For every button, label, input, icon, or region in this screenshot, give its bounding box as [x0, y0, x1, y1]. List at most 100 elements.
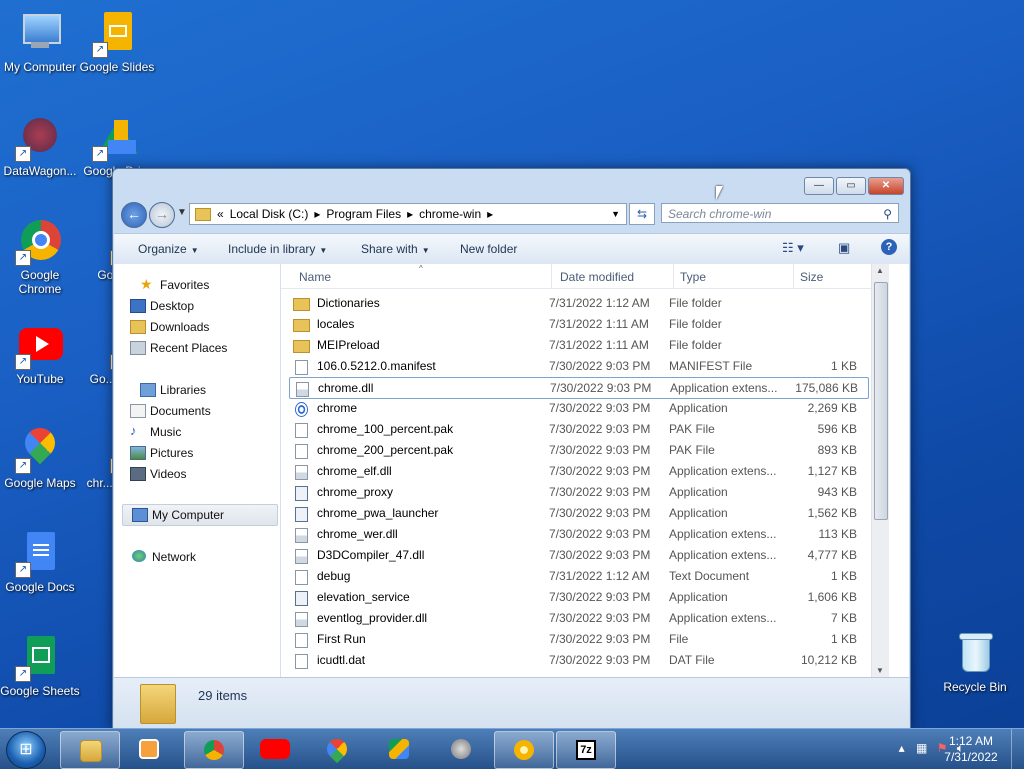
column-type[interactable]: Type: [680, 270, 706, 284]
file-row[interactable]: chrome 7/30/2022 9:03 PM Application 2,269 …: [289, 398, 867, 418]
file-row[interactable]: debug 7/31/2022 1:12 AM Text Document 1 KB: [289, 566, 867, 586]
show-desktop-button[interactable]: [1011, 729, 1024, 769]
taskbar-google-maps[interactable]: [308, 731, 366, 767]
taskbar-media-player[interactable]: [120, 731, 178, 767]
scroll-down-icon[interactable]: ▼: [876, 666, 884, 675]
search-icon[interactable]: ⚲: [883, 204, 892, 224]
back-button[interactable]: ←: [121, 202, 147, 228]
search-input[interactable]: Search chrome-win ⚲: [661, 203, 899, 223]
refresh-button[interactable]: ⇆: [629, 203, 655, 225]
file-name: chrome_elf.dll: [317, 464, 392, 478]
taskbar-google-drive[interactable]: [370, 731, 428, 767]
nav-recent-places[interactable]: Recent Places: [130, 341, 227, 355]
desktop-icon-google-slides[interactable]: ↗ Google Slides: [77, 10, 157, 74]
maximize-button[interactable]: ▭: [836, 177, 866, 195]
file-row[interactable]: chrome_pwa_launcher 7/30/2022 9:03 PM Appl…: [289, 503, 867, 523]
breadcrumb-chrome-win[interactable]: chrome-win: [419, 207, 481, 221]
file-size: 1 KB: [830, 359, 857, 373]
file-type: MANIFEST File: [669, 359, 753, 373]
folder-icon: [140, 684, 176, 724]
file-row[interactable]: eventlog_provider.dll 7/30/2022 9:03 PM Ap…: [289, 608, 867, 628]
column-size[interactable]: Size: [800, 270, 823, 284]
breadcrumb-separator-icon[interactable]: ▸: [407, 207, 413, 221]
forward-button[interactable]: →: [149, 202, 175, 228]
address-bar[interactable]: « Local Disk (C:) ▸ Program Files ▸ chro…: [189, 203, 627, 225]
scrollbar-thumb[interactable]: [874, 282, 888, 520]
system-clock[interactable]: 1:12 AM 7/31/2022: [936, 733, 1006, 765]
file-row[interactable]: Dictionaries 7/31/2022 1:12 AM File folder: [289, 293, 867, 313]
file-row[interactable]: 106.0.5212.0.manifest 7/30/2022 9:03 PM MA…: [289, 356, 867, 376]
breadcrumb-overflow[interactable]: «: [217, 207, 224, 221]
file-date-modified: 7/30/2022 9:03 PM: [549, 590, 651, 604]
network-status-icon[interactable]: ▦: [916, 741, 927, 755]
file-row[interactable]: First Run 7/30/2022 9:03 PM File 1 KB: [289, 629, 867, 649]
desktop-icon-recycle-bin[interactable]: Recycle Bin: [935, 630, 1015, 694]
file-date-modified: 7/30/2022 9:03 PM: [549, 422, 651, 436]
file-date-modified: 7/30/2022 9:03 PM: [549, 611, 651, 625]
preview-pane-icon[interactable]: ▣: [838, 240, 850, 256]
nav-videos[interactable]: Videos: [130, 467, 186, 481]
desktop-icon-google-docs[interactable]: ↗ Google Docs: [0, 530, 80, 594]
taskbar-youtube[interactable]: [246, 731, 304, 767]
breadcrumb-local-disk[interactable]: Local Disk (C:): [230, 207, 309, 221]
file-row[interactable]: chrome_elf.dll 7/30/2022 9:03 PM Applicati…: [289, 461, 867, 481]
nav-libraries[interactable]: Libraries: [140, 383, 206, 397]
organize-button[interactable]: Organize ▼: [138, 242, 199, 256]
breadcrumb-separator-icon[interactable]: ▸: [314, 207, 320, 221]
close-button[interactable]: ✕: [868, 177, 904, 195]
taskbar-7zip[interactable]: 7z: [556, 731, 616, 769]
desktop-icon-google-chrome[interactable]: ↗ Google Chrome: [0, 218, 80, 296]
file-row[interactable]: MEIPreload 7/31/2022 1:11 AM File folder: [289, 335, 867, 355]
taskbar-explorer[interactable]: [60, 731, 120, 769]
nav-label: Documents: [150, 404, 211, 418]
file-row[interactable]: chrome_100_percent.pak 7/30/2022 9:03 PM P…: [289, 419, 867, 439]
show-hidden-icons-icon[interactable]: ▴: [899, 741, 905, 755]
nav-my-computer[interactable]: My Computer: [132, 508, 224, 522]
file-row[interactable]: chrome_proxy 7/30/2022 9:03 PM Application…: [289, 482, 867, 502]
file-row[interactable]: D3DCompiler_47.dll 7/30/2022 9:03 PM Appli…: [289, 545, 867, 565]
taskbar-chrome-canary[interactable]: [494, 731, 554, 769]
file-date-modified: 7/30/2022 9:03 PM: [549, 359, 651, 373]
desktop-icon-google-maps[interactable]: ↗ Google Maps: [0, 421, 80, 490]
nav-pictures[interactable]: Pictures: [130, 446, 193, 460]
recent-pages-chevron-down-icon[interactable]: ▼: [177, 207, 187, 218]
view-options-icon[interactable]: ☷ ▾: [782, 240, 804, 256]
include-in-library-button[interactable]: Include in library ▼: [228, 242, 327, 256]
taskbar-google-earth-pro[interactable]: [432, 731, 490, 767]
desktop-icon-youtube[interactable]: ↗ YouTube: [0, 322, 80, 386]
file-name: 106.0.5212.0.manifest: [317, 359, 436, 373]
navigation-pane: ★ Favorites Desktop Downloads Recent Plac…: [114, 264, 281, 677]
column-date-modified[interactable]: Date modified: [560, 270, 634, 284]
minimize-button[interactable]: —: [804, 177, 834, 195]
address-history-chevron-down-icon[interactable]: ▼: [611, 209, 620, 219]
vertical-scrollbar[interactable]: ▲ ▼: [871, 264, 889, 677]
file-row[interactable]: chrome_200_percent.pak 7/30/2022 9:03 PM P…: [289, 440, 867, 460]
nav-downloads[interactable]: Downloads: [130, 320, 209, 334]
start-button[interactable]: ⊞: [6, 731, 46, 769]
desktop-icon-my-computer[interactable]: My Computer: [0, 10, 80, 74]
nav-network[interactable]: Network: [132, 550, 196, 564]
file-size: 113 KB: [818, 527, 857, 541]
nav-documents[interactable]: Documents: [130, 404, 211, 418]
desktop-icon-datawagon[interactable]: ↗ DataWagon...: [0, 114, 80, 178]
file-type: Application: [669, 401, 728, 415]
folder-icon: [293, 319, 310, 332]
file-row[interactable]: chrome.dll 7/30/2022 9:03 PM Application e…: [289, 377, 869, 399]
scroll-up-icon[interactable]: ▲: [876, 266, 884, 275]
help-icon[interactable]: ?: [881, 239, 897, 255]
taskbar-chrome[interactable]: [184, 731, 244, 769]
nav-music[interactable]: ♪ Music: [130, 423, 181, 439]
desktop-icon-google-sheets[interactable]: ↗ Google Sheets: [0, 634, 80, 698]
file-row[interactable]: locales 7/31/2022 1:11 AM File folder: [289, 314, 867, 334]
file-row[interactable]: chrome_wer.dll 7/30/2022 9:03 PM Applicati…: [289, 524, 867, 544]
file-size: 893 KB: [817, 443, 857, 457]
new-folder-button[interactable]: New folder: [460, 242, 517, 256]
nav-desktop[interactable]: Desktop: [130, 299, 194, 313]
column-name[interactable]: Name: [299, 270, 331, 284]
share-with-button[interactable]: Share with ▼: [361, 242, 430, 256]
nav-favorites[interactable]: ★ Favorites: [140, 276, 209, 292]
file-row[interactable]: icudtl.dat 7/30/2022 9:03 PM DAT File 10,21…: [289, 650, 867, 670]
breadcrumb-program-files[interactable]: Program Files: [326, 207, 401, 221]
breadcrumb-separator-icon[interactable]: ▸: [487, 207, 493, 221]
file-row[interactable]: elevation_service 7/30/2022 9:03 PM Applic…: [289, 587, 867, 607]
